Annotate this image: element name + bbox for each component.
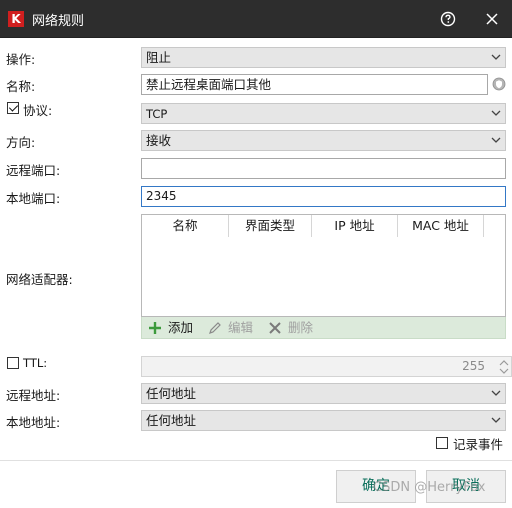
spin-down-icon[interactable]: [499, 367, 509, 375]
direction-select[interactable]: 接收: [141, 130, 506, 151]
name-label: 名称:: [6, 79, 36, 94]
help-icon[interactable]: [438, 9, 458, 29]
action-label: 操作:: [6, 52, 36, 67]
direction-label: 方向:: [6, 135, 36, 150]
column-header-name[interactable]: 名称: [142, 215, 229, 237]
remote-address-value: 任何地址: [146, 386, 197, 401]
name-field[interactable]: 禁止远程桌面端口其他: [141, 74, 488, 95]
remote-port-label: 远程端口:: [6, 163, 61, 178]
log-events-label: 记录事件: [453, 437, 504, 452]
plus-icon: [149, 322, 161, 334]
shield-info-icon[interactable]: [492, 77, 506, 91]
chevron-down-icon: [491, 417, 501, 423]
action-select[interactable]: 阻止: [141, 47, 506, 68]
name-value: 禁止远程桌面端口其他: [146, 77, 272, 92]
adapters-label: 网络适配器:: [6, 272, 73, 287]
delete-button[interactable]: 删除: [268, 319, 324, 337]
ttl-label: TTL:: [23, 356, 48, 370]
local-port-field[interactable]: 2345: [141, 186, 506, 207]
pencil-icon: [209, 322, 221, 334]
local-port-value: 2345: [146, 189, 177, 203]
local-port-label: 本地端口:: [6, 191, 61, 206]
add-label: 添加: [168, 320, 194, 335]
local-address-value: 任何地址: [146, 413, 197, 428]
chevron-down-icon: [491, 137, 501, 143]
ttl-checkbox[interactable]: [7, 357, 19, 369]
edit-label: 编辑: [228, 320, 254, 335]
action-value: 阻止: [146, 50, 172, 65]
edit-button[interactable]: 编辑: [208, 319, 264, 337]
protocol-label: 协议:: [23, 103, 53, 118]
kaspersky-logo: K: [8, 11, 24, 27]
add-button[interactable]: 添加: [148, 319, 204, 337]
adapters-toolbar: 添加 编辑 删除: [141, 317, 506, 339]
ttl-value: 255: [462, 359, 485, 373]
local-address-select[interactable]: 任何地址: [141, 410, 506, 431]
column-header-interface-type[interactable]: 界面类型: [229, 215, 312, 237]
close-icon[interactable]: [482, 9, 502, 29]
remote-port-field[interactable]: [141, 158, 506, 179]
delete-x-icon: [269, 322, 281, 334]
footer-divider: [0, 460, 512, 461]
column-header-mac-address[interactable]: MAC 地址: [398, 215, 484, 237]
chevron-down-icon: [491, 390, 501, 396]
ttl-field[interactable]: 255: [141, 356, 512, 377]
protocol-value: TCP: [146, 107, 168, 121]
chevron-down-icon: [491, 54, 501, 60]
title-bar: K 网络规则: [0, 0, 512, 38]
watermark: CSDN @HerryFox: [373, 480, 486, 495]
direction-value: 接收: [146, 133, 172, 148]
remote-address-select[interactable]: 任何地址: [141, 383, 506, 404]
delete-label: 删除: [288, 320, 314, 335]
log-events-checkbox[interactable]: [436, 437, 448, 449]
local-address-label: 本地地址:: [6, 415, 61, 430]
spin-up-icon[interactable]: [499, 359, 509, 367]
adapters-table[interactable]: 名称 界面类型 IP 地址 MAC 地址: [141, 214, 506, 317]
protocol-select[interactable]: TCP: [141, 103, 506, 124]
remote-address-label: 远程地址:: [6, 388, 61, 403]
column-header-ip-address[interactable]: IP 地址: [312, 215, 398, 237]
window-title: 网络规则: [32, 14, 85, 29]
protocol-checkbox[interactable]: [7, 102, 19, 114]
chevron-down-icon: [491, 110, 501, 116]
